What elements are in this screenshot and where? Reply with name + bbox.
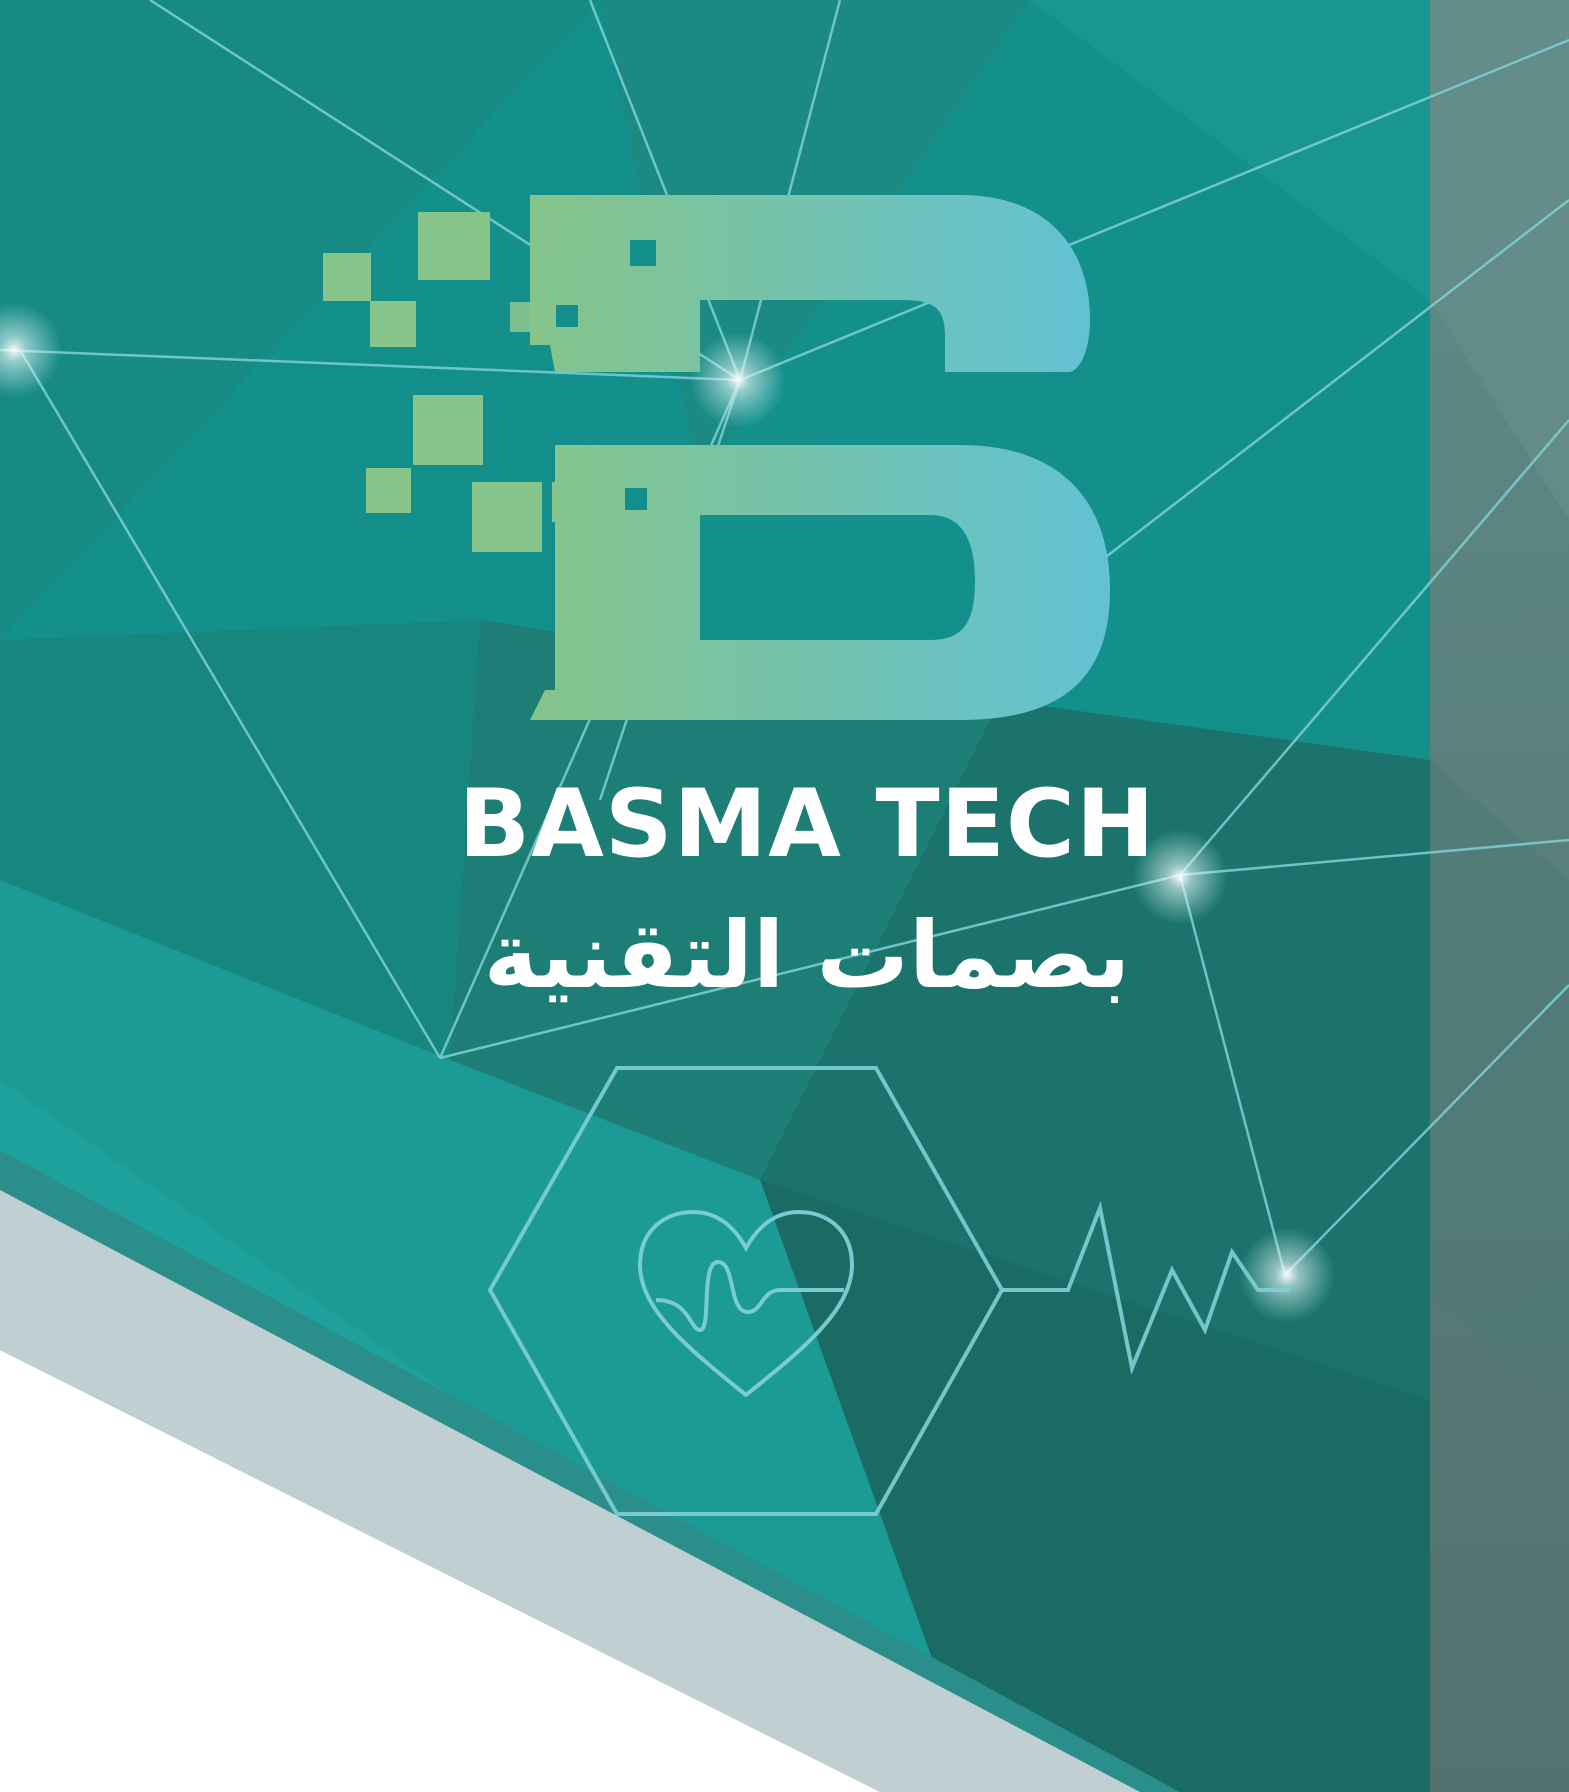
background-artwork [0,0,1569,1792]
cover-page: BASMA TECH بصمات التقنية [0,0,1569,1792]
logo-letter-b [530,195,1110,720]
brand-name: BASMA TECH [458,770,1156,879]
brand-name-arabic: بصمات التقنية [483,902,1131,1009]
